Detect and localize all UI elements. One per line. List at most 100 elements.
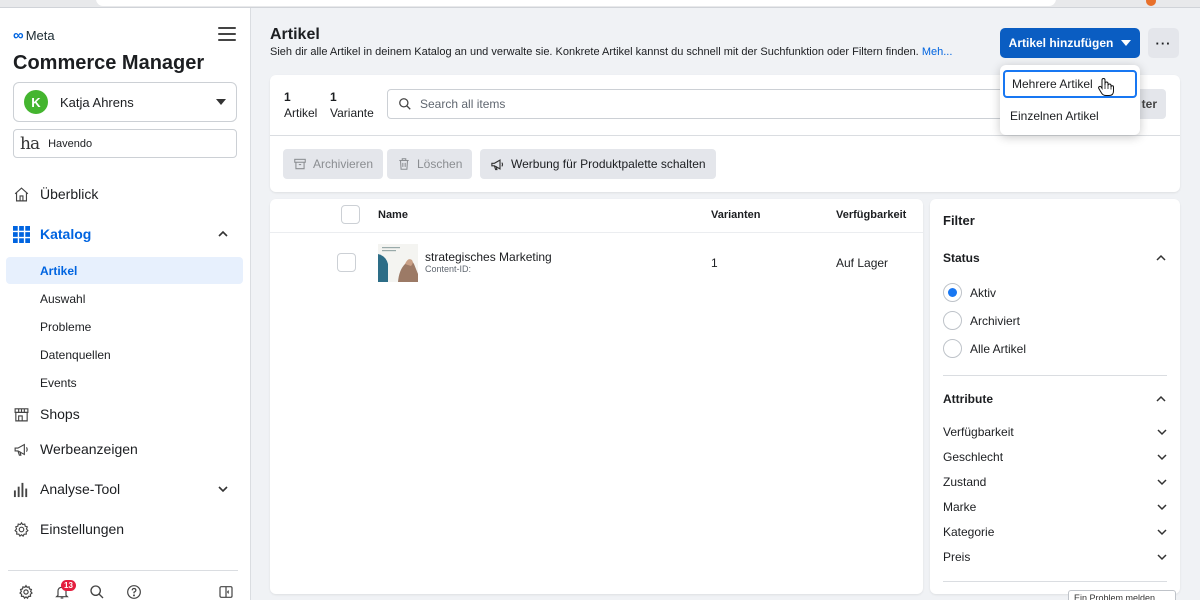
- divider: [943, 375, 1167, 376]
- sidebar-item-events[interactable]: Events: [6, 369, 243, 396]
- settings-gear-icon[interactable]: [18, 584, 36, 600]
- add-item-label: Artikel hinzufügen: [1008, 36, 1114, 50]
- shop-icon: [12, 405, 30, 423]
- report-problem-button[interactable]: Ein Problem melden: [1068, 590, 1176, 600]
- chevron-down-icon: [1157, 554, 1167, 561]
- nav-settings[interactable]: Einstellungen: [12, 520, 240, 538]
- menu-item-multiple-items[interactable]: Mehrere Artikel: [1003, 70, 1137, 98]
- radio-button[interactable]: [943, 311, 962, 330]
- status-section-header[interactable]: Status: [943, 251, 980, 265]
- archive-button[interactable]: Archivieren: [283, 149, 384, 179]
- status-option-archived[interactable]: Archiviert: [943, 311, 1020, 330]
- chevron-up-icon[interactable]: [1156, 394, 1166, 404]
- delete-label: Löschen: [417, 157, 463, 171]
- business-selector[interactable]: ha Havendo: [13, 129, 237, 158]
- items-count-value: 1: [284, 90, 291, 104]
- column-header-variants[interactable]: Varianten: [711, 209, 761, 221]
- sidebar-divider: [8, 570, 238, 571]
- more-link[interactable]: Meh...: [922, 46, 953, 58]
- nav-shops[interactable]: Shops: [12, 405, 240, 423]
- browser-toolbar: [0, 0, 1200, 8]
- nav-analytics[interactable]: Analyse-Tool: [12, 480, 240, 498]
- product-availability: Auf Lager: [836, 256, 889, 270]
- items-count-label: Artikel: [284, 106, 318, 120]
- sidebar-bottom-bar: 13: [18, 580, 236, 600]
- hamburger-menu-icon[interactable]: [218, 27, 236, 41]
- attribute-label: Geschlecht: [943, 450, 1004, 464]
- nav-label: Werbeanzeigen: [40, 441, 138, 457]
- row-checkbox[interactable]: [337, 253, 356, 272]
- filter-attribute-price[interactable]: Preis: [943, 550, 1167, 564]
- avatar: K: [24, 90, 48, 114]
- divider: [943, 581, 1167, 582]
- radio-button[interactable]: [943, 283, 962, 302]
- nav-ads[interactable]: Werbeanzeigen: [12, 440, 240, 458]
- status-option-all[interactable]: Alle Artikel: [943, 339, 1026, 358]
- filter-attribute-category[interactable]: Kategorie: [943, 525, 1167, 539]
- nav-overview[interactable]: Überblick: [12, 185, 240, 203]
- radio-button[interactable]: [943, 339, 962, 358]
- account-name: Katja Ahrens: [60, 94, 134, 110]
- delete-button[interactable]: Löschen: [387, 149, 473, 179]
- profile-icon[interactable]: [1146, 0, 1156, 6]
- chevron-up-icon[interactable]: [1156, 253, 1166, 263]
- nav-label: Überblick: [40, 186, 99, 202]
- product-variants: 1: [711, 256, 718, 270]
- select-all-checkbox[interactable]: [341, 205, 360, 224]
- divider: [270, 232, 923, 233]
- archive-icon: [293, 157, 307, 171]
- advertise-button[interactable]: Werbung für Produktpalette schalten: [480, 149, 716, 179]
- sidebar-item-data-sources[interactable]: Datenquellen: [6, 341, 243, 368]
- filter-attribute-condition[interactable]: Zustand: [943, 475, 1167, 489]
- items-table: Name Varianten Verfügbarkeit strategisch…: [270, 199, 923, 594]
- column-header-availability[interactable]: Verfügbarkeit: [836, 209, 906, 221]
- filter-attribute-availability[interactable]: Verfügbarkeit: [943, 425, 1167, 439]
- add-item-button[interactable]: Artikel hinzufügen: [1000, 28, 1140, 58]
- nav-catalog[interactable]: Katalog: [12, 225, 240, 243]
- hand-cursor-icon: [1097, 77, 1115, 97]
- more-options-button[interactable]: ···: [1148, 28, 1179, 58]
- bar-chart-icon: [12, 480, 30, 498]
- search-icon[interactable]: [89, 584, 107, 600]
- archive-label: Archivieren: [313, 157, 374, 171]
- page-title: Artikel: [270, 26, 320, 43]
- divider: [270, 135, 1180, 136]
- sidebar-item-articles[interactable]: Artikel: [6, 257, 243, 284]
- attributes-section-header[interactable]: Attribute: [943, 392, 993, 406]
- variants-count-value: 1: [330, 90, 337, 104]
- address-bar[interactable]: [96, 0, 1056, 6]
- sidebar: ∞ Meta Commerce Manager K Katja Ahrens h…: [0, 8, 251, 600]
- column-header-name[interactable]: Name: [378, 209, 408, 221]
- chevron-down-icon: [218, 484, 228, 494]
- status-option-active[interactable]: Aktiv: [943, 283, 996, 302]
- page-description: Sieh dir alle Artikel in deinem Katalog …: [270, 46, 952, 58]
- search-box[interactable]: [387, 89, 1027, 119]
- help-icon[interactable]: [126, 584, 144, 600]
- meta-logo[interactable]: ∞ Meta: [13, 27, 55, 44]
- collapse-panel-icon[interactable]: [218, 584, 236, 600]
- filter-attribute-gender[interactable]: Geschlecht: [943, 450, 1167, 464]
- notification-badge: 13: [61, 580, 76, 591]
- megaphone-icon: [490, 157, 505, 172]
- description-text: Sieh dir alle Artikel in deinem Katalog …: [270, 46, 919, 58]
- business-name: Havendo: [48, 137, 93, 150]
- attribute-label: Verfügbarkeit: [943, 425, 1014, 439]
- chevron-up-icon: [218, 229, 228, 239]
- filter-attribute-brand[interactable]: Marke: [943, 500, 1167, 514]
- sidebar-item-problems[interactable]: Probleme: [6, 313, 243, 340]
- chevron-down-icon: [1157, 454, 1167, 461]
- product-name[interactable]: strategisches Marketing: [425, 250, 552, 264]
- attribute-label: Marke: [943, 500, 977, 514]
- product-thumbnail[interactable]: [378, 244, 418, 282]
- app-title: Commerce Manager: [13, 52, 205, 74]
- account-switcher[interactable]: K Katja Ahrens: [13, 82, 237, 122]
- filter-panel: Filter Status Aktiv Archiviert Alle Arti…: [930, 199, 1180, 594]
- gear-icon: [12, 520, 30, 538]
- search-icon: [398, 97, 412, 111]
- variants-count-label: Variante: [330, 106, 374, 120]
- search-input[interactable]: [420, 97, 980, 111]
- variants-count: 1 Variante: [330, 89, 374, 121]
- menu-item-single-item[interactable]: Einzelnen Artikel: [1003, 102, 1137, 130]
- radio-label: Aktiv: [970, 285, 997, 300]
- sidebar-item-selection[interactable]: Auswahl: [6, 285, 243, 312]
